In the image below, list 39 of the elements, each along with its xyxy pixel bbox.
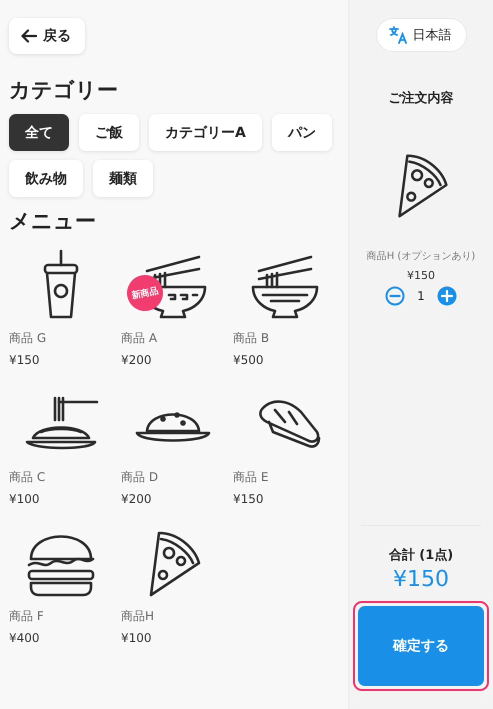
back-arrow-icon xyxy=(21,29,37,43)
decrease-button[interactable] xyxy=(385,286,406,306)
category-chip[interactable]: パン xyxy=(272,114,332,151)
item-price: ¥100 xyxy=(121,631,153,645)
item-price: ¥200 xyxy=(121,492,153,506)
item-price: ¥500 xyxy=(233,353,265,367)
item-name: 商品 F xyxy=(9,608,45,625)
order-item-price: ¥150 xyxy=(407,269,435,282)
category-chip[interactable]: 飲み物 xyxy=(9,160,83,197)
drink-cup-icon xyxy=(43,249,79,321)
total-price: ¥150 xyxy=(393,567,449,592)
minus-icon xyxy=(385,286,406,306)
item-name: 商品 B xyxy=(233,330,270,347)
item-price: ¥150 xyxy=(233,492,265,506)
item-price: ¥400 xyxy=(9,631,41,645)
item-name: 商品H xyxy=(121,608,156,625)
category-chip[interactable]: ご飯 xyxy=(79,114,139,151)
plus-icon xyxy=(436,286,457,306)
increase-button[interactable] xyxy=(436,286,457,306)
item-name: 商品 C xyxy=(9,469,46,486)
item-price: ¥150 xyxy=(9,353,41,367)
translate-icon xyxy=(388,26,406,44)
item-name: 商品 E xyxy=(233,469,270,486)
language-button[interactable]: 日本語 xyxy=(376,18,466,52)
item-name: 商品 D xyxy=(121,469,160,486)
category-chip[interactable]: 麺類 xyxy=(93,160,153,197)
category-chip[interactable]: 全て xyxy=(9,114,69,151)
quantity: 1 xyxy=(417,289,425,303)
menu-heading: メニュー xyxy=(9,208,97,235)
item-name: 商品 G xyxy=(9,330,48,347)
item-price: ¥200 xyxy=(121,353,153,367)
item-name: 商品 A xyxy=(121,330,158,347)
item-price: ¥100 xyxy=(9,492,41,506)
total-label: 合計 (1点) xyxy=(388,546,454,564)
order-item-name: 商品H (オプションあり) xyxy=(366,250,476,263)
back-button[interactable]: 戻る xyxy=(9,18,85,54)
category-chip[interactable]: カテゴリーA xyxy=(149,114,262,151)
order-heading: ご注文内容 xyxy=(388,90,454,107)
category-heading: カテゴリー xyxy=(9,77,119,104)
